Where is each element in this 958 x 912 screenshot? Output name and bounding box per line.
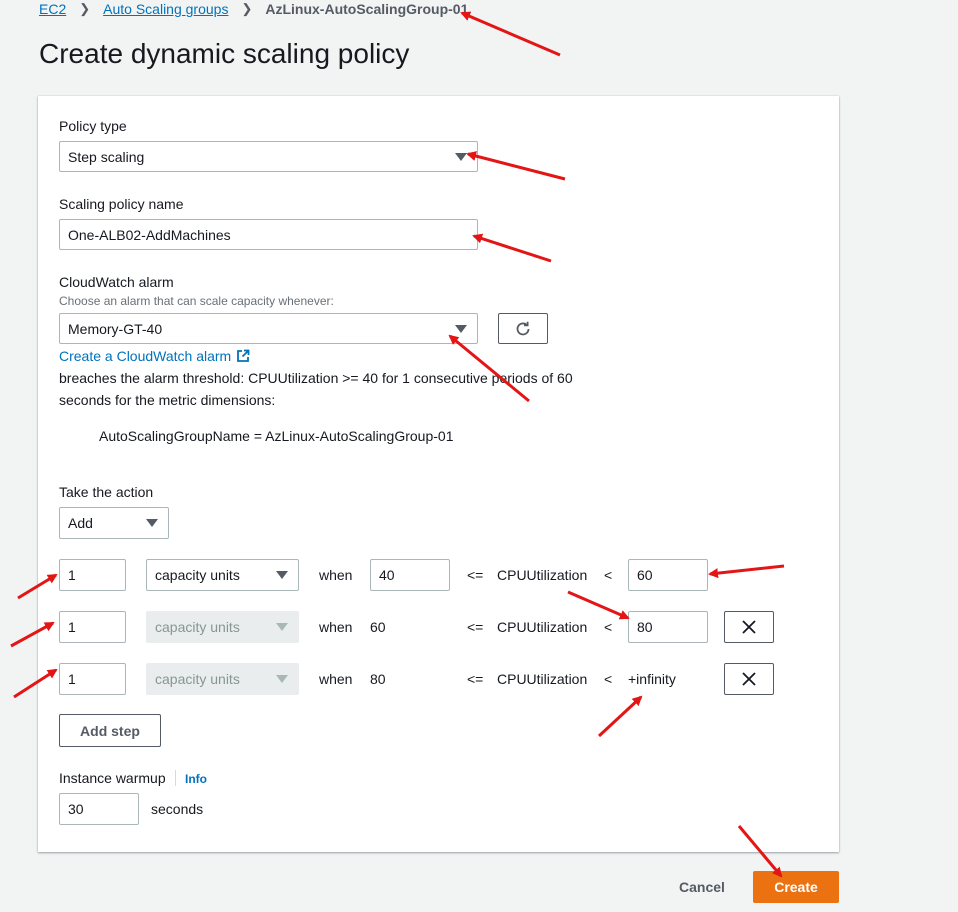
warmup-unit: seconds xyxy=(151,801,204,817)
warmup-label: Instance warmup xyxy=(59,770,166,786)
step-lt-text: < xyxy=(604,671,613,687)
step-1-lower-input[interactable]: 40 xyxy=(370,559,450,591)
remove-step-3-button[interactable] xyxy=(724,663,774,695)
breadcrumb-current: AzLinux-AutoScalingGroup-01 xyxy=(265,1,469,17)
breadcrumb-asg-link[interactable]: Auto Scaling groups xyxy=(103,1,228,17)
caret-down-icon xyxy=(276,623,288,631)
alarm-select[interactable]: Memory-GT-40 xyxy=(59,313,478,344)
refresh-icon xyxy=(516,321,530,335)
step-upper-value: 60 xyxy=(637,567,653,583)
warmup-info-link[interactable]: Info xyxy=(185,772,207,786)
step-2-unit-select: capacity units xyxy=(146,611,299,643)
step-3-amount-input[interactable]: 1 xyxy=(59,663,126,695)
step-upper-value: 80 xyxy=(637,619,653,635)
step-lower-text: 60 xyxy=(370,619,386,635)
step-op-text: <= xyxy=(467,619,484,635)
step-1-amount-input[interactable]: 1 xyxy=(59,559,126,591)
caret-down-icon xyxy=(455,324,467,333)
chevron-right-icon: ❯ xyxy=(79,1,91,16)
step-amount-value: 1 xyxy=(68,619,76,635)
step-2-amount-input[interactable]: 1 xyxy=(59,611,126,643)
policy-name-input[interactable]: One-ALB02-AddMachines xyxy=(59,219,478,250)
alarm-label: CloudWatch alarm xyxy=(59,274,174,290)
breadcrumb: EC2 ❯ Auto Scaling groups ❯ AzLinux-Auto… xyxy=(39,0,468,18)
close-icon xyxy=(742,620,756,634)
step-metric-text: CPUUtilization xyxy=(497,619,588,635)
create-alarm-link-text: Create a CloudWatch alarm xyxy=(59,348,232,364)
breadcrumb-ec2-link[interactable]: EC2 xyxy=(39,1,66,17)
warmup-input[interactable]: 30 xyxy=(59,793,139,825)
step-3-unit-select: capacity units xyxy=(146,663,299,695)
caret-down-icon xyxy=(276,571,288,579)
step-op-text: <= xyxy=(467,567,484,583)
arrow-to-asg-name xyxy=(460,11,561,57)
caret-down-icon xyxy=(276,675,288,683)
create-alarm-link[interactable]: Create a CloudWatch alarm xyxy=(59,348,250,364)
caret-down-icon xyxy=(455,152,467,161)
alarm-description: Choose an alarm that can scale capacity … xyxy=(59,294,334,308)
policy-type-value: Step scaling xyxy=(68,148,145,165)
create-button[interactable]: Create xyxy=(753,871,839,903)
step-amount-value: 1 xyxy=(68,567,76,583)
remove-step-2-button[interactable] xyxy=(724,611,774,643)
page-title: Create dynamic scaling policy xyxy=(39,38,410,69)
step-1-upper-input[interactable]: 60 xyxy=(628,559,708,591)
add-step-button[interactable]: Add step xyxy=(59,714,161,747)
step-when-text: when xyxy=(319,619,353,635)
refresh-alarms-button[interactable] xyxy=(498,313,548,344)
step-when-text: when xyxy=(319,567,353,583)
step-2-upper-input[interactable]: 80 xyxy=(628,611,708,643)
alarm-breach-text-2: seconds for the metric dimensions: xyxy=(59,392,276,408)
external-link-icon xyxy=(237,349,250,362)
chevron-right-icon: ❯ xyxy=(241,1,253,16)
step-when-text: when xyxy=(319,671,353,687)
alarm-value: Memory-GT-40 xyxy=(68,320,163,337)
close-icon xyxy=(742,672,756,686)
warmup-value: 30 xyxy=(68,801,84,817)
step-upper-text: +infinity xyxy=(628,671,676,687)
action-value: Add xyxy=(68,515,93,531)
step-lower-value: 40 xyxy=(379,567,395,583)
step-op-text: <= xyxy=(467,671,484,687)
step-metric-text: CPUUtilization xyxy=(497,567,588,583)
step-unit-value: capacity units xyxy=(155,567,240,583)
action-select[interactable]: Add xyxy=(59,507,169,539)
alarm-dimension: AutoScalingGroupName = AzLinux-AutoScali… xyxy=(99,428,454,444)
step-metric-text: CPUUtilization xyxy=(497,671,588,687)
policy-type-select[interactable]: Step scaling xyxy=(59,141,478,172)
divider xyxy=(175,770,176,786)
step-amount-value: 1 xyxy=(68,671,76,687)
step-unit-value: capacity units xyxy=(155,671,240,687)
alarm-breach-text: breaches the alarm threshold: CPUUtiliza… xyxy=(59,370,573,386)
step-lt-text: < xyxy=(604,567,613,583)
policy-name-value: One-ALB02-AddMachines xyxy=(68,226,231,243)
step-1-unit-select[interactable]: capacity units xyxy=(146,559,299,591)
step-lt-text: < xyxy=(604,619,613,635)
policy-type-label: Policy type xyxy=(59,118,127,134)
policy-name-label: Scaling policy name xyxy=(59,196,184,212)
cancel-button[interactable]: Cancel xyxy=(672,871,732,903)
action-label: Take the action xyxy=(59,484,154,500)
caret-down-icon xyxy=(146,519,158,527)
step-unit-value: capacity units xyxy=(155,619,240,635)
step-lower-text: 80 xyxy=(370,671,386,687)
